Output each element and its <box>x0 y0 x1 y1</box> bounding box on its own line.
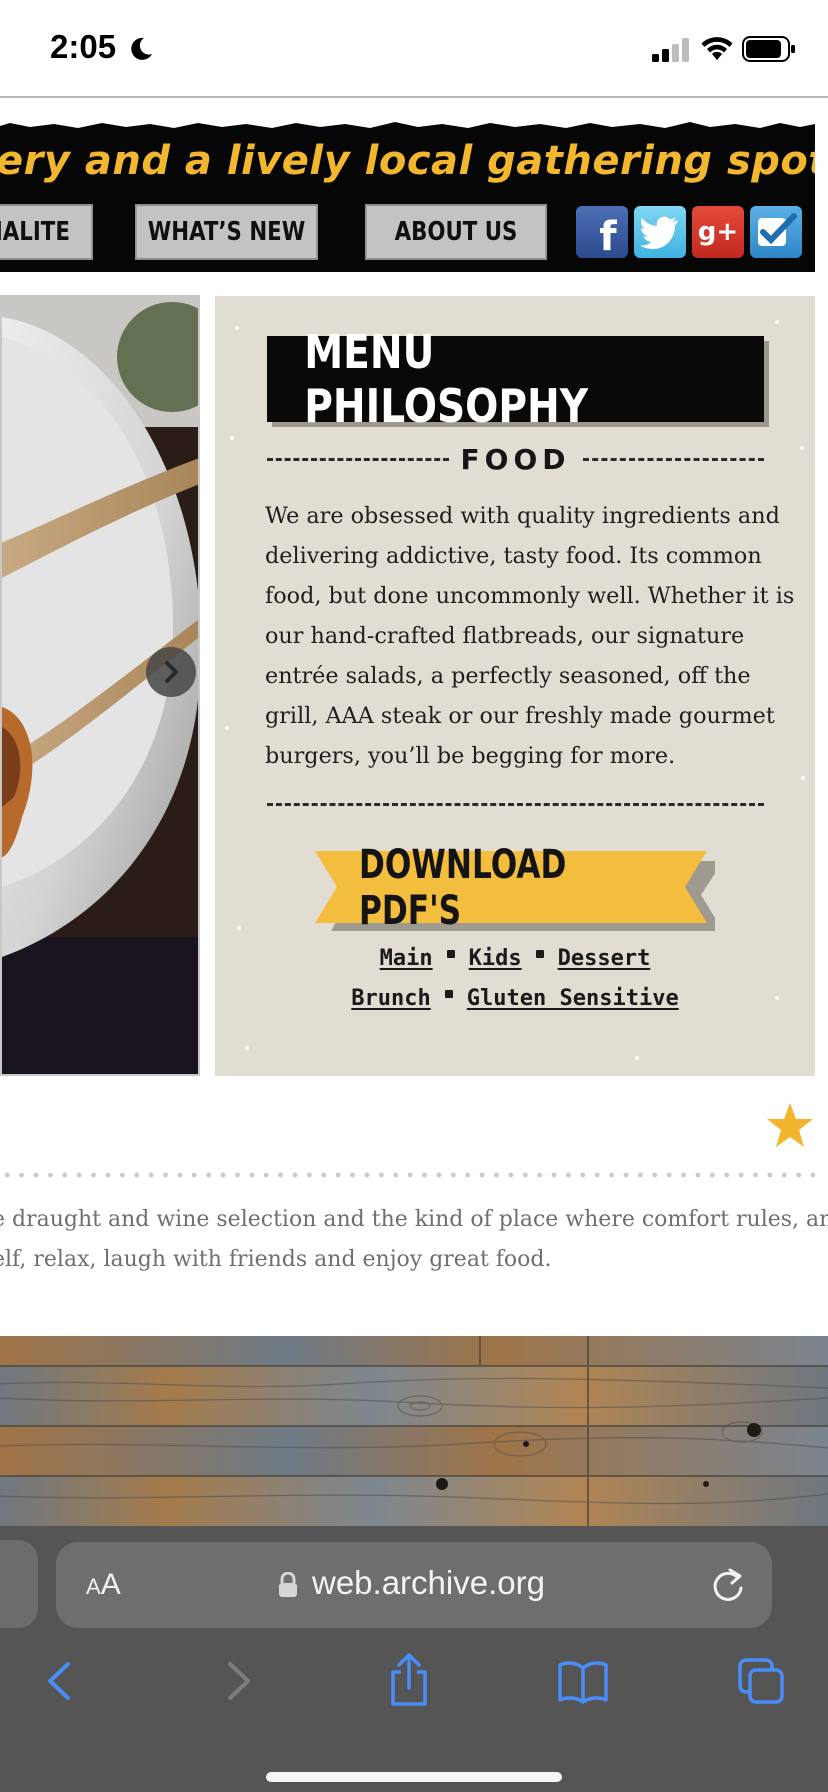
facebook-glyph: f <box>599 214 617 260</box>
menu-description: We are obsessed with quality ingredients… <box>265 503 795 769</box>
nav-whats-new[interactable]: WHAT’S NEW <box>135 204 318 260</box>
reader-aa-button[interactable]: AA <box>86 1568 121 1602</box>
forward-icon[interactable] <box>212 1656 262 1706</box>
about-blurb: e draught and wine selection and the kin… <box>0 1200 828 1280</box>
previous-tab-peek[interactable] <box>0 1540 38 1628</box>
site-tagline: ery and a lively local gathering spot!” <box>0 138 815 184</box>
carousel-next-button[interactable] <box>146 647 196 697</box>
site-header: ery and a lively local gathering spot!” … <box>0 120 815 272</box>
star-icon <box>767 1103 813 1147</box>
pdf-link-gluten-sensitive[interactable]: Gluten Sensitive <box>467 986 679 1011</box>
check-glyph <box>758 213 797 246</box>
menu-philosophy-panel: MENU PHILOSOPHY FOOD We are obsessed wit… <box>215 296 815 1076</box>
wood-texture-image <box>0 1336 828 1526</box>
twitter-icon[interactable] <box>634 206 686 258</box>
google-plus-glyph: g+ <box>697 217 739 247</box>
link-separator <box>535 949 544 958</box>
menu-divider <box>267 803 764 806</box>
dotted-divider <box>0 1172 815 1178</box>
menu-philosophy-title-text: MENU PHILOSOPHY <box>304 325 589 433</box>
tabs-icon[interactable] <box>736 1656 786 1706</box>
torn-edge <box>0 120 815 128</box>
url-text: web.archive.org <box>312 1564 545 1601</box>
food-label: FOOD <box>460 442 571 476</box>
wifi-icon <box>701 37 733 60</box>
menu-philosophy-title: MENU PHILOSOPHY <box>267 325 764 433</box>
reload-icon[interactable] <box>710 1566 746 1604</box>
foursquare-icon[interactable] <box>750 206 802 258</box>
share-icon[interactable] <box>384 1652 434 1708</box>
signal-icon <box>652 38 689 62</box>
download-pdfs-label: DOWNLOAD PDF'S <box>359 842 567 934</box>
pdf-link-dessert[interactable]: Dessert <box>558 946 651 971</box>
nav-about-us[interactable]: ABOUT US <box>364 204 548 260</box>
nav-socialite[interactable]: CIALITE <box>0 204 93 260</box>
back-icon[interactable] <box>36 1656 86 1706</box>
pdf-link-brunch[interactable]: Brunch <box>351 986 430 1011</box>
download-pdfs-ribbon[interactable]: DOWNLOAD PDF'S <box>315 842 715 934</box>
twitter-bird-glyph <box>640 216 678 249</box>
address-bar[interactable]: AA web.archive.org <box>56 1542 772 1628</box>
safari-toolbar: AA web.archive.org <box>0 1526 828 1792</box>
pdf-links-row-1: Main Kids Dessert <box>215 946 815 971</box>
top-divider <box>0 96 828 98</box>
food-heading: FOOD <box>267 442 765 476</box>
battery-icon <box>742 36 795 62</box>
pdf-link-main[interactable]: Main <box>380 946 433 971</box>
status-time: 2:05 <box>50 28 117 65</box>
chevron-right-icon <box>165 661 178 683</box>
home-indicator[interactable] <box>266 1772 562 1782</box>
link-separator <box>446 949 455 958</box>
pdf-link-kids[interactable]: Kids <box>469 946 522 971</box>
lock-icon <box>279 1572 297 1597</box>
about-blurb-line-2: elf, relax, laugh with friends and enjoy… <box>0 1247 552 1272</box>
about-blurb-line-1: e draught and wine selection and the kin… <box>0 1207 828 1232</box>
food-dash-left <box>267 457 449 461</box>
bookmarks-icon[interactable] <box>558 1656 608 1706</box>
google-plus-icon[interactable]: g+ <box>692 206 744 258</box>
link-separator <box>444 989 453 998</box>
food-dash-right <box>582 457 765 461</box>
wood-texture <box>0 1336 828 1526</box>
status-bar: 2:05 <box>0 0 828 96</box>
facebook-icon[interactable]: f <box>576 206 628 260</box>
pdf-links-row-2: Brunch Gluten Sensitive <box>215 986 815 1011</box>
moon-icon <box>131 37 152 60</box>
